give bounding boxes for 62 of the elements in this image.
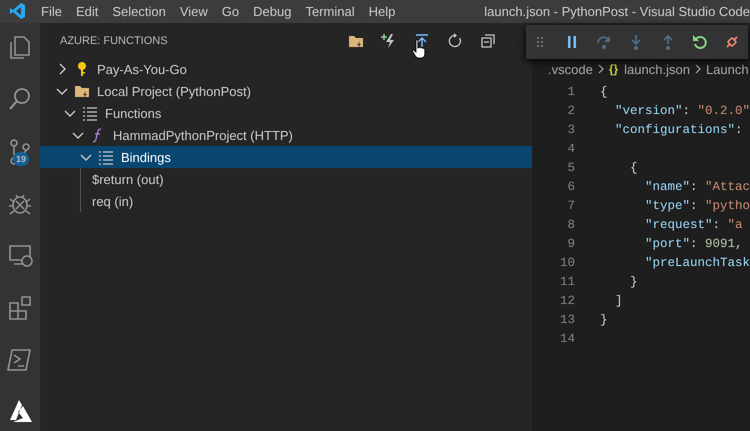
code-line: "name": "Attac — [644, 180, 750, 194]
breadcrumb-item[interactable]: Launch — [706, 62, 749, 76]
code-line: "preLaunchTask — [644, 256, 750, 270]
menu-item[interactable]: Go — [214, 4, 246, 18]
line-number: 14 — [558, 332, 575, 346]
window-title: launch.json - PythonPost - Visual Studio Code — [483, 4, 750, 18]
restart-icon[interactable] — [692, 34, 708, 50]
code-line: { — [629, 160, 638, 174]
list-icon — [82, 105, 98, 121]
line-number: 1 — [566, 84, 575, 98]
tree-item[interactable]: Functions — [40, 102, 532, 124]
code-line: } — [629, 274, 638, 288]
chevron-right-icon — [692, 63, 703, 75]
refresh-icon[interactable] — [447, 32, 463, 48]
code-line: "configurations": — [614, 122, 743, 136]
code-line: "request": "a — [644, 218, 743, 232]
chevron-right-icon — [596, 63, 606, 75]
tree-item[interactable]: $return (out) — [81, 168, 532, 190]
menu-item[interactable]: Help — [362, 4, 402, 18]
json-icon: {} — [608, 62, 622, 76]
tree-item[interactable]: req (in) — [81, 190, 532, 212]
code-line: ] — [614, 294, 623, 308]
menu-item[interactable]: View — [172, 4, 215, 18]
panel-title: AZURE: FUNCTIONS — [60, 34, 168, 46]
menu-item[interactable]: File — [34, 4, 69, 18]
line-number: 11 — [558, 274, 575, 288]
line-number: 2 — [566, 104, 575, 118]
line-number: 7 — [566, 198, 575, 212]
code-line: "type": "pytho — [644, 198, 750, 212]
line-number: 4 — [566, 142, 575, 156]
menu-item[interactable]: Edit — [68, 4, 106, 18]
breadcrumb-item[interactable]: launch.json — [624, 62, 690, 76]
menu-item[interactable]: Terminal — [298, 4, 362, 18]
vscode-logo-icon — [8, 2, 26, 20]
code-line: { — [600, 84, 608, 98]
line-number: 8 — [566, 218, 575, 232]
count-badge: 19 — [13, 152, 30, 166]
hand-cursor-icon — [412, 38, 426, 58]
code-line: } — [600, 312, 608, 326]
line-number: 10 — [558, 256, 575, 270]
extensions-icon[interactable] — [6, 293, 34, 321]
line-number: 5 — [566, 160, 575, 174]
tree-item[interactable]: Local Project (PythonPost) — [40, 80, 532, 102]
line-number: 3 — [566, 122, 575, 136]
line-number: 12 — [558, 294, 575, 308]
menu-item[interactable]: Debug — [246, 4, 298, 18]
list-icon — [98, 149, 114, 165]
folder-icon — [74, 83, 90, 99]
code-line: "version": "0.2.0" — [614, 104, 750, 118]
tree-item[interactable]: HammadPythonProject (HTTP) — [40, 124, 532, 146]
menu-item[interactable]: Selection — [105, 4, 173, 18]
line-number: 13 — [558, 312, 575, 326]
plug-icon[interactable] — [724, 34, 740, 50]
line-number: 6 — [566, 180, 575, 194]
tree-item[interactable]: Pay-As-You-Go — [40, 58, 532, 80]
line-number: 9 — [566, 236, 575, 250]
breadcrumb-item[interactable]: .vscode — [548, 62, 593, 76]
code-line: "port": 9091, — [644, 236, 743, 250]
collapse-all-icon[interactable] — [480, 32, 496, 48]
bolt-plus-icon[interactable] — [381, 32, 397, 48]
upload-icon[interactable] — [414, 32, 430, 48]
tree-item[interactable]: Bindings — [40, 146, 532, 168]
